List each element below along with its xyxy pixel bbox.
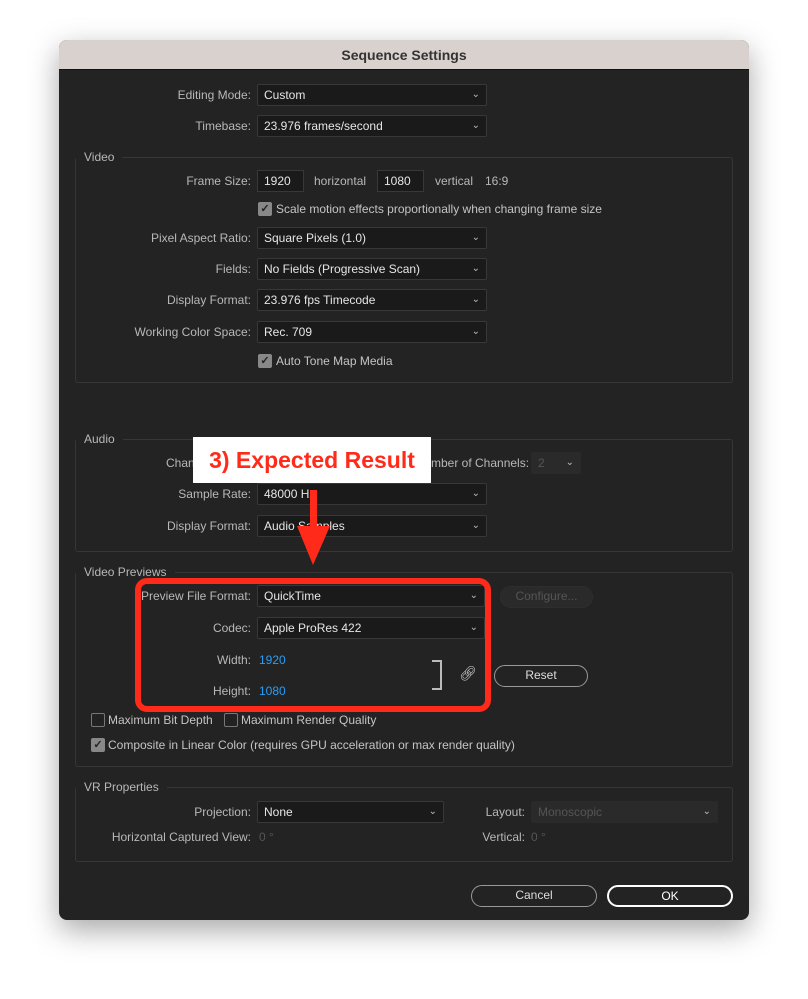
max-bit-depth-label: Maximum Bit Depth (108, 713, 213, 727)
cancel-button[interactable]: Cancel (471, 885, 597, 907)
chevron-down-icon: ⌄ (471, 89, 480, 100)
linear-color-checkbox[interactable]: ✓ (91, 738, 105, 752)
chevron-down-icon: ⌄ (565, 457, 574, 468)
editing-mode-select[interactable]: Custom ⌄ (257, 84, 487, 106)
audio-group-title: Audio (76, 431, 123, 447)
vertical-view-label: Vertical: (482, 830, 525, 844)
vr-group (75, 787, 733, 862)
color-space-value: Rec. 709 (264, 325, 313, 339)
max-bit-depth-checkbox[interactable] (91, 713, 105, 727)
num-channels-value: 2 (538, 456, 545, 470)
fields-select[interactable]: No Fields (Progressive Scan) ⌄ (257, 258, 487, 280)
num-channels-select[interactable]: 2 ⌄ (531, 452, 581, 474)
vertical-label: vertical (435, 174, 474, 188)
timebase-value: 23.976 frames/second (264, 119, 383, 133)
color-space-label: Working Color Space: (134, 325, 252, 339)
fields-label: Fields: (215, 262, 251, 276)
auto-tone-map-label: Auto Tone Map Media (276, 354, 393, 368)
hcv-label: Horizontal Captured View: (111, 830, 251, 844)
chevron-down-icon: ⌄ (471, 326, 480, 337)
annotation-arrow-icon (297, 490, 330, 565)
chevron-down-icon: ⌄ (471, 232, 480, 243)
scale-motion-checkbox[interactable]: ✓ (258, 202, 272, 216)
ok-button[interactable]: OK (607, 885, 733, 907)
horizontal-label: horizontal (314, 174, 367, 188)
vertical-view-value: 0 ° (531, 830, 546, 844)
frame-height-input[interactable]: 1080 (377, 170, 424, 192)
chevron-down-icon: ⌄ (471, 120, 480, 131)
annotation-label: 3) Expected Result (193, 437, 431, 483)
display-format-label: Display Format: (166, 293, 251, 307)
scale-motion-label: Scale motion effects proportionally when… (276, 202, 602, 216)
editing-mode-label: Editing Mode: (177, 88, 251, 102)
layout-value: Monoscopic (538, 805, 603, 819)
fields-value: No Fields (Progressive Scan) (264, 262, 421, 276)
color-space-select[interactable]: Rec. 709 ⌄ (257, 321, 487, 343)
sample-rate-label: Sample Rate: (178, 487, 251, 501)
projection-label: Projection: (194, 805, 251, 819)
audio-display-format-label: Display Format: (166, 519, 251, 533)
timebase-select[interactable]: 23.976 frames/second ⌄ (257, 115, 487, 137)
annotation-highlight-box (135, 578, 491, 712)
layout-label: Layout: (485, 805, 525, 819)
configure-button[interactable]: Configure... (500, 586, 593, 608)
display-format-value: 23.976 fps Timecode (264, 293, 376, 307)
pixel-aspect-label: Pixel Aspect Ratio: (150, 231, 251, 245)
vr-group-title: VR Properties (76, 779, 167, 795)
frame-size-label: Frame Size: (186, 174, 251, 188)
dialog-title: Sequence Settings (59, 40, 749, 70)
pixel-aspect-value: Square Pixels (1.0) (264, 231, 367, 245)
display-format-select[interactable]: 23.976 fps Timecode ⌄ (257, 289, 487, 311)
chevron-down-icon: ⌄ (702, 806, 711, 817)
pixel-aspect-select[interactable]: Square Pixels (1.0) ⌄ (257, 227, 487, 249)
max-render-quality-checkbox[interactable] (224, 713, 238, 727)
chevron-down-icon: ⌄ (471, 263, 480, 274)
layout-select[interactable]: Monoscopic ⌄ (531, 801, 718, 823)
frame-width-input[interactable]: 1920 (257, 170, 304, 192)
channels-label: Chan (166, 456, 195, 470)
linear-color-label: Composite in Linear Color (requires GPU … (108, 738, 515, 752)
editing-mode-value: Custom (264, 88, 306, 102)
auto-tone-map-checkbox[interactable]: ✓ (258, 354, 272, 368)
chevron-down-icon: ⌄ (471, 520, 480, 531)
max-render-quality-label: Maximum Render Quality (241, 713, 377, 727)
timebase-label: Timebase: (195, 119, 251, 133)
chevron-down-icon: ⌄ (471, 488, 480, 499)
num-channels-label: mber of Channels: (431, 456, 530, 470)
chevron-down-icon: ⌄ (471, 294, 480, 305)
aspect-ratio-text: 16:9 (485, 174, 509, 188)
reset-button[interactable]: Reset (494, 665, 588, 687)
video-group-title: Video (76, 149, 123, 165)
